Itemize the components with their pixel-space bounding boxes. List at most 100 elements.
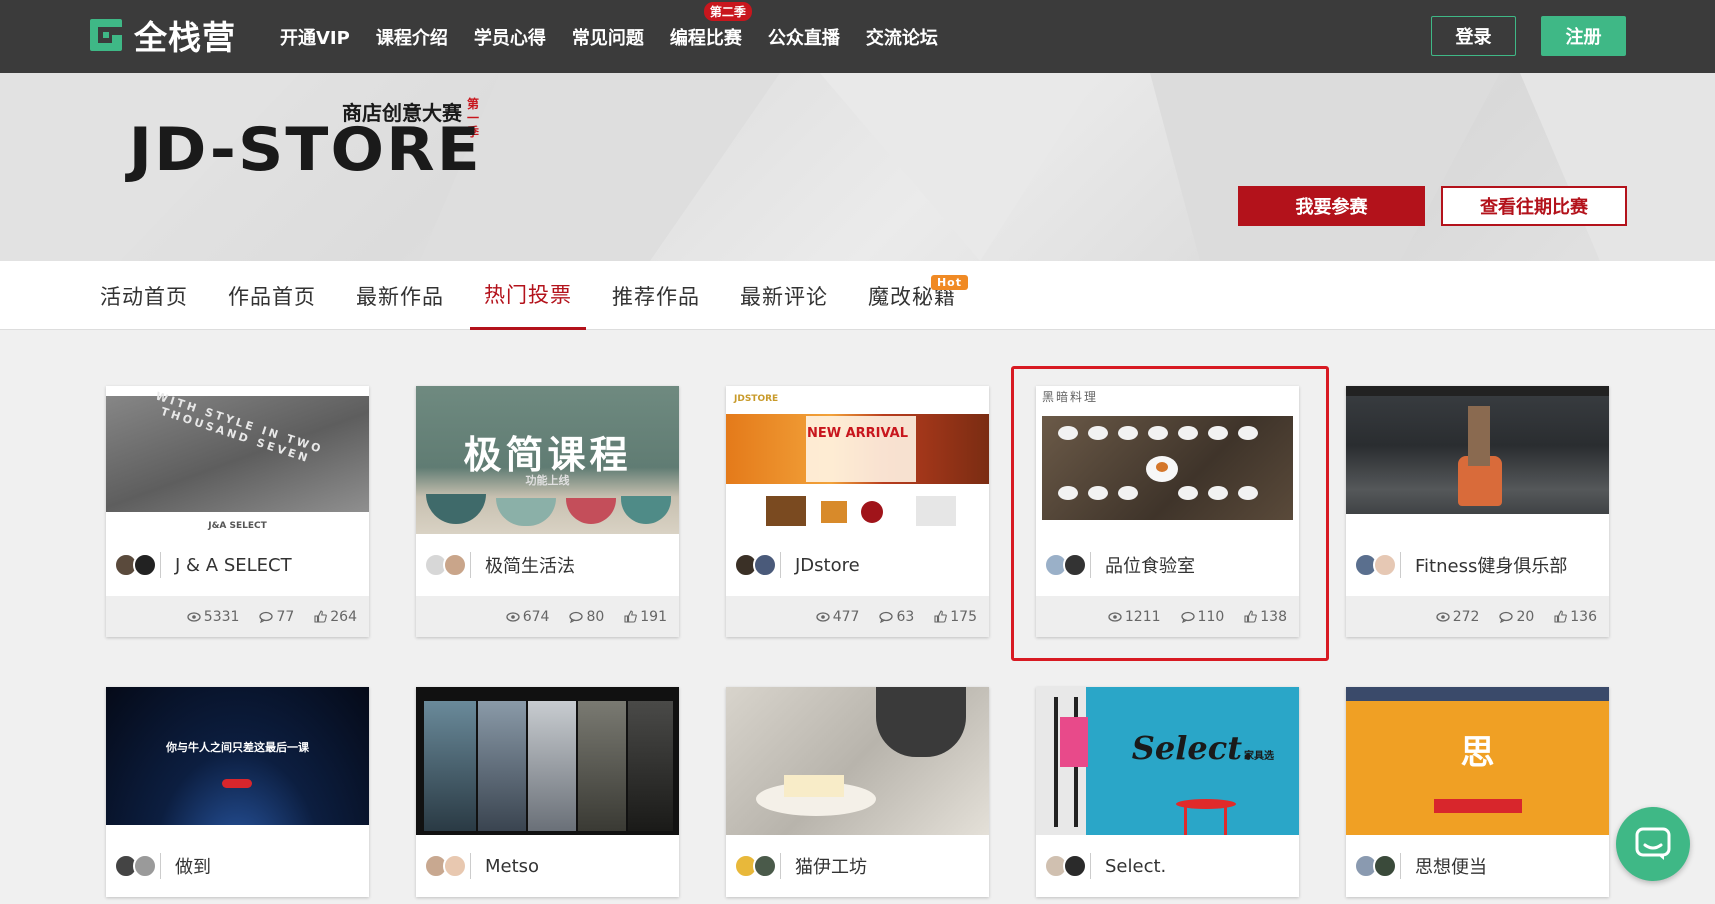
work-title[interactable]: Select. <box>1105 856 1166 877</box>
tab-works-home[interactable]: 作品首页 <box>214 261 330 330</box>
work-card[interactable]: JDSTORE NEW ARRIVAL JDstore 477 63 175 <box>726 386 989 637</box>
comment-count-value: 77 <box>276 608 295 625</box>
comment-count: 63 <box>879 609 914 625</box>
nav-item-faq[interactable]: 常见问题 <box>572 24 644 50</box>
work-card[interactable]: Fitness健身俱乐部 272 20 136 <box>1346 386 1609 637</box>
eye-icon <box>1436 611 1450 622</box>
work-thumbnail[interactable]: Select. 家具选 <box>1036 687 1299 835</box>
season-badge: 第二季 <box>703 1 752 21</box>
work-title[interactable]: J & A SELECT <box>175 555 292 576</box>
like-count-value: 191 <box>640 608 667 625</box>
comment-count-value: 63 <box>896 608 915 625</box>
tab-bar: 活动首页 作品首页 最新作品 热门投票 推荐作品 最新评论 魔改秘籍 Hot <box>0 261 1715 330</box>
avatar[interactable] <box>1063 854 1087 878</box>
like-count[interactable]: 175 <box>934 609 977 625</box>
thumb-caption: WITH STYLE IN TWO THOUSAND SEVEN <box>153 389 326 466</box>
author-avatars[interactable] <box>114 552 161 578</box>
work-thumbnail[interactable] <box>726 687 989 835</box>
join-contest-button[interactable]: 我要参赛 <box>1238 186 1425 226</box>
work-title[interactable]: 做到 <box>175 853 211 879</box>
thumbs-up-icon <box>934 610 948 623</box>
nav-item-courses[interactable]: 课程介绍 <box>376 24 448 50</box>
work-stats: 674 80 191 <box>416 596 679 637</box>
comment-icon <box>569 611 584 623</box>
work-thumbnail[interactable] <box>1346 386 1609 534</box>
author-avatars[interactable] <box>734 552 781 578</box>
work-title[interactable]: JDstore <box>795 555 860 576</box>
avatar[interactable] <box>1373 553 1397 577</box>
like-count-value: 175 <box>950 608 977 625</box>
work-stats: 272 20 136 <box>1346 596 1609 637</box>
avatar[interactable] <box>753 854 777 878</box>
register-button[interactable]: 注册 <box>1541 16 1626 56</box>
nav-item-reviews[interactable]: 学员心得 <box>474 24 546 50</box>
comment-icon <box>1499 611 1514 623</box>
work-thumbnail[interactable]: JDSTORE NEW ARRIVAL <box>726 386 989 534</box>
comment-count: 20 <box>1499 609 1534 625</box>
author-avatars[interactable] <box>1354 552 1401 578</box>
author-avatars[interactable] <box>114 853 161 879</box>
thumb-caption: 你与牛人之间只差这最后一课 <box>166 741 309 754</box>
nav-item-vip[interactable]: 开通VIP <box>280 24 350 50</box>
work-thumbnail[interactable] <box>416 687 679 835</box>
work-title[interactable]: 猫伊工坊 <box>795 853 867 879</box>
work-title[interactable]: 极简生活法 <box>485 552 575 578</box>
nav-item-live[interactable]: 公众直播 <box>768 24 840 50</box>
avatar[interactable] <box>1373 854 1397 878</box>
author-avatars[interactable] <box>424 552 471 578</box>
work-card[interactable]: Select. 家具选 Select. <box>1036 687 1299 897</box>
avatar[interactable] <box>133 854 157 878</box>
logo-text: 全栈营 <box>134 18 236 57</box>
nav-item-forum[interactable]: 交流论坛 <box>866 24 938 50</box>
work-thumbnail[interactable]: 你与牛人之间只差这最后一课 <box>106 687 369 835</box>
work-card[interactable]: 你与牛人之间只差这最后一课 做到 <box>106 687 369 897</box>
tab-activity-home[interactable]: 活动首页 <box>86 261 202 330</box>
work-thumbnail[interactable]: 思 <box>1346 687 1609 835</box>
tab-latest-comments[interactable]: 最新评论 <box>726 261 842 330</box>
like-count[interactable]: 264 <box>314 609 357 625</box>
work-thumbnail[interactable]: 极简课程 功能上线 <box>416 386 679 534</box>
thumb-caption: NEW ARRIVAL <box>806 426 909 441</box>
avatar[interactable] <box>443 854 467 878</box>
main-nav: 开通VIP 课程介绍 学员心得 常见问题 编程比赛 第二季 公众直播 交流论坛 <box>280 0 964 73</box>
eye-icon <box>816 611 830 622</box>
login-button[interactable]: 登录 <box>1431 16 1516 56</box>
work-card[interactable]: 猫伊工坊 <box>726 687 989 897</box>
thumb-caption: 思 <box>1460 733 1495 773</box>
like-count-value: 264 <box>330 608 357 625</box>
banner-title: JD-STORE <box>128 115 482 185</box>
work-card[interactable]: WITH STYLE IN TWO THOUSAND SEVEN J&A SEL… <box>106 386 369 637</box>
author-avatars[interactable] <box>734 853 781 879</box>
work-card[interactable]: Metso <box>416 687 679 897</box>
work-title[interactable]: 思想便当 <box>1415 853 1487 879</box>
work-card[interactable]: 思 思想便当 <box>1346 687 1609 897</box>
avatar[interactable] <box>443 553 467 577</box>
work-title[interactable]: Metso <box>485 856 539 877</box>
work-stats: 477 63 175 <box>726 596 989 637</box>
work-thumbnail[interactable]: WITH STYLE IN TWO THOUSAND SEVEN J&A SEL… <box>106 386 369 534</box>
view-count: 477 <box>816 609 859 625</box>
avatar[interactable] <box>133 553 157 577</box>
like-count[interactable]: 191 <box>624 609 667 625</box>
chat-button[interactable] <box>1616 807 1690 881</box>
view-count-value: 674 <box>522 608 550 625</box>
chat-icon <box>1635 827 1671 860</box>
tab-hot-votes[interactable]: 热门投票 <box>470 261 586 330</box>
tab-mod-guide[interactable]: 魔改秘籍 Hot <box>854 261 970 330</box>
work-title[interactable]: Fitness健身俱乐部 <box>1415 552 1567 578</box>
site-logo[interactable]: 全栈营 <box>86 14 236 57</box>
hot-badge: Hot <box>930 275 968 290</box>
tab-recommended[interactable]: 推荐作品 <box>598 261 714 330</box>
author-avatars[interactable] <box>424 853 471 879</box>
top-navbar: 全栈营 开通VIP 课程介绍 学员心得 常见问题 编程比赛 第二季 公众直播 交… <box>0 0 1715 73</box>
eye-icon <box>187 611 201 622</box>
past-contests-button[interactable]: 查看往期比赛 <box>1441 186 1627 226</box>
author-avatars[interactable] <box>1354 853 1401 879</box>
thumbs-up-icon <box>1554 610 1568 623</box>
avatar[interactable] <box>753 553 777 577</box>
nav-item-contest[interactable]: 编程比赛 第二季 <box>670 1 752 50</box>
like-count[interactable]: 136 <box>1554 609 1597 625</box>
tab-latest-works[interactable]: 最新作品 <box>342 261 458 330</box>
work-card[interactable]: 极简课程 功能上线 极简生活法 674 80 191 <box>416 386 679 637</box>
author-avatars[interactable] <box>1044 853 1091 879</box>
